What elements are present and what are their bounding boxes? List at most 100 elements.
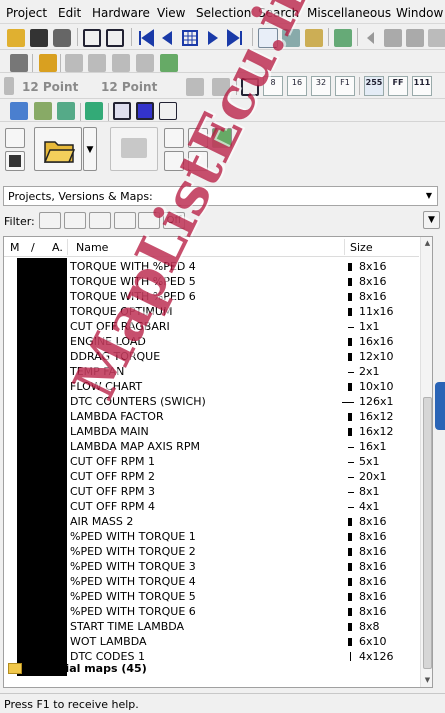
edit-tool-2-icon[interactable] xyxy=(88,54,106,72)
split-icon[interactable] xyxy=(159,102,177,120)
table-row[interactable]: START TIME LAMBDA 8x8 xyxy=(4,619,419,634)
magic-tool-icon[interactable] xyxy=(34,102,52,120)
column-name[interactable]: Name xyxy=(76,241,108,254)
grid-icon[interactable] xyxy=(241,78,259,96)
text-tool-icon[interactable] xyxy=(186,78,204,96)
add-map-button[interactable] xyxy=(164,128,184,148)
find-icon[interactable] xyxy=(282,29,300,47)
table-row[interactable]: %PED WITH TORQUE 4 8x16 xyxy=(4,574,419,589)
menu-window[interactable]: Window xyxy=(396,6,443,20)
chart-tool-icon[interactable] xyxy=(10,102,28,120)
map-icon[interactable] xyxy=(39,54,57,72)
hardware-icon[interactable] xyxy=(30,29,48,47)
table-row[interactable]: CUT OFF RPM 3 8x1 xyxy=(4,484,419,499)
font-size-1-label[interactable]: 12 Point xyxy=(22,80,78,94)
table-row[interactable]: ENGINE LOAD 16x16 xyxy=(4,334,419,349)
view-hex-button[interactable]: FF xyxy=(388,76,408,96)
filter-off-button[interactable]: Off xyxy=(163,212,185,229)
column-size[interactable]: Size xyxy=(350,241,373,254)
open-recent-dropdown[interactable]: ▼ xyxy=(83,127,97,171)
save-project-button[interactable] xyxy=(5,151,25,171)
tools-icon[interactable] xyxy=(334,29,352,47)
table-row[interactable]: %PED WITH TORQUE 5 8x16 xyxy=(4,589,419,604)
menu-view[interactable]: View xyxy=(157,6,185,20)
menu-hardware[interactable]: Hardware xyxy=(92,6,150,20)
table-row[interactable]: TORQUE WITH %PED 4 8x16 xyxy=(4,259,419,274)
edit-tool-4-icon[interactable] xyxy=(136,54,154,72)
scroll-thumb[interactable] xyxy=(423,397,432,669)
table-row[interactable]: LAMBDA FACTOR 16x12 xyxy=(4,409,419,424)
export-all-button[interactable] xyxy=(188,151,208,171)
table-row[interactable]: %PED WITH TORQUE 3 8x16 xyxy=(4,559,419,574)
side-panel-tab[interactable] xyxy=(435,382,445,430)
edit-tool-5-icon[interactable] xyxy=(160,54,178,72)
filter-text-button[interactable] xyxy=(64,212,86,229)
table-row[interactable]: TORQUE WITH %PED 5 8x16 xyxy=(4,274,419,289)
compare-icon[interactable] xyxy=(85,102,103,120)
menu-miscellaneous[interactable]: Miscellaneous xyxy=(307,6,391,20)
scroll-up-icon[interactable]: ▲ xyxy=(421,237,432,250)
view-8-bit-button[interactable]: 8 xyxy=(263,76,283,96)
table-row[interactable]: CUT OFF RPM 4 4x1 xyxy=(4,499,419,514)
prev-icon[interactable] xyxy=(158,29,176,47)
menu-selection[interactable]: Selection xyxy=(196,6,251,20)
table-row[interactable]: CUT OFF RPM 1 5x1 xyxy=(4,454,419,469)
first-icon[interactable] xyxy=(137,29,155,47)
wizard-icon[interactable] xyxy=(7,29,25,47)
menu-project[interactable]: Project xyxy=(6,6,47,20)
list-view-icon[interactable] xyxy=(258,28,278,48)
delete-map-button[interactable] xyxy=(188,128,208,148)
window-mode-icon[interactable] xyxy=(113,102,131,120)
column-a[interactable]: A. xyxy=(52,241,63,254)
column-m[interactable]: M xyxy=(10,241,20,254)
view-32-bit-button[interactable]: 32 xyxy=(311,76,331,96)
table-row[interactable]: LAMBDA MAIN 16x12 xyxy=(4,424,419,439)
table-row[interactable]: DTC COUNTERS (SWICH) 126x1 xyxy=(4,394,419,409)
filter-range-button[interactable] xyxy=(89,212,111,229)
menu-search[interactable]: Search xyxy=(258,6,299,20)
table-view-icon[interactable] xyxy=(181,29,199,47)
table-row[interactable]: CUT OFF RPM 2 20x1 xyxy=(4,469,419,484)
next-icon[interactable] xyxy=(204,29,222,47)
table-row[interactable]: CUT OFF RAGBARI 1x1 xyxy=(4,319,419,334)
scroll-down-icon[interactable]: ▼ xyxy=(421,674,432,687)
open-project-button[interactable] xyxy=(34,127,82,171)
select-tool-icon[interactable] xyxy=(57,102,75,120)
projects-combo[interactable]: Projects, Versions & Maps: ▼ xyxy=(3,186,438,206)
view-16-bit-button[interactable]: 16 xyxy=(287,76,307,96)
filter-dropdown-button[interactable]: ▼ xyxy=(423,211,440,229)
table-row[interactable]: WOT LAMBDA 6x10 xyxy=(4,634,419,649)
view-f1-button[interactable]: F1 xyxy=(335,76,355,96)
table-row[interactable]: %PED WITH TORQUE 1 8x16 xyxy=(4,529,419,544)
import-icon[interactable] xyxy=(384,29,402,47)
table-row[interactable]: TORQUE OPTIMUM 11x16 xyxy=(4,304,419,319)
bars-tool-icon[interactable] xyxy=(212,78,230,96)
table-row[interactable]: TEMP FAN 2x1 xyxy=(4,364,419,379)
edit-tool-3-icon[interactable] xyxy=(112,54,130,72)
menu-edit[interactable]: Edit xyxy=(58,6,81,20)
table-row[interactable]: LAMBDA MAP AXIS RPM 16x1 xyxy=(4,439,419,454)
export-icon[interactable] xyxy=(406,29,424,47)
table-row[interactable]: %PED WITH TORQUE 6 8x16 xyxy=(4,604,419,619)
column-slash[interactable]: / xyxy=(31,241,35,254)
table-row[interactable]: %PED WITH TORQUE 2 8x16 xyxy=(4,544,419,559)
link-icon[interactable] xyxy=(10,54,28,72)
table-row[interactable]: DDRAG TORQUE 12x10 xyxy=(4,349,419,364)
font-size-2-label[interactable]: 12 Point xyxy=(101,80,157,94)
upload-button[interactable] xyxy=(212,128,232,148)
window-icon[interactable] xyxy=(83,29,101,47)
back-icon[interactable] xyxy=(362,29,380,47)
table-row[interactable]: TORQUE WITH %PED 6 8x16 xyxy=(4,289,419,304)
folder-potential-maps[interactable]: Potential maps (45) xyxy=(4,661,419,677)
filter-flag-button[interactable] xyxy=(114,212,136,229)
export-map-button[interactable] xyxy=(164,151,184,171)
filter-type-button[interactable] xyxy=(39,212,61,229)
view-decimal-button[interactable]: 255 xyxy=(364,76,384,96)
connect-icon[interactable] xyxy=(428,29,445,47)
edit-tool-1-icon[interactable] xyxy=(65,54,83,72)
highlight-icon[interactable] xyxy=(136,102,154,120)
table-row[interactable]: FLOW CHART 10x10 xyxy=(4,379,419,394)
last-icon[interactable] xyxy=(226,29,244,47)
vertical-scrollbar[interactable]: ▲ ▼ xyxy=(420,237,432,687)
import-archive-button[interactable] xyxy=(110,127,158,171)
